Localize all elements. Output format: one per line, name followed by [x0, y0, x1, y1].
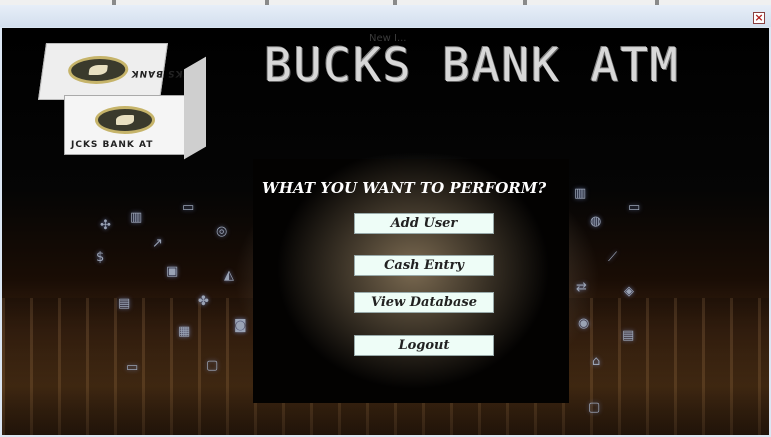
cube-front-face: JCKS BANK AT — [64, 95, 186, 155]
gold-icon: ◍ — [590, 214, 602, 229]
currency-icon: ◈ — [624, 284, 634, 299]
bag-icon: ◭ — [224, 268, 234, 283]
title-bar: × — [0, 5, 771, 27]
cash-entry-button[interactable]: Cash Entry — [354, 255, 494, 276]
network-icon: ✣ — [100, 218, 111, 233]
seal-icon — [95, 106, 155, 134]
trend-icon: ⟋ — [608, 250, 618, 265]
chart-icon: ▥ — [130, 210, 143, 225]
bars-icon: ▥ — [574, 186, 587, 201]
hand-icon: ✤ — [198, 294, 209, 309]
lock-icon: ◙ — [234, 318, 247, 333]
cube-side-face — [184, 56, 206, 160]
bank-logo-cube: JCKS BANK JCKS BANK AT — [37, 43, 206, 160]
money-icon: ▦ — [178, 324, 191, 339]
bank-icon: ⌂ — [592, 354, 601, 369]
add-user-button[interactable]: Add User — [354, 213, 494, 234]
doc-icon: ▤ — [118, 296, 131, 311]
wallet-icon: ▭ — [126, 360, 139, 375]
card-icon: ▭ — [182, 200, 195, 215]
atm-icon: ▢ — [588, 400, 601, 415]
logout-button[interactable]: Logout — [354, 335, 494, 356]
coin-icon: ◉ — [578, 316, 590, 331]
cube-top-face: JCKS BANK — [37, 43, 195, 100]
close-icon[interactable]: × — [753, 12, 765, 24]
graph-icon: ↗ — [152, 236, 163, 251]
app-window: × New I... BUCKS BANK ATM JCKS BANK JCKS… — [0, 5, 771, 437]
menu-question: WHAT YOU WANT TO PERFORM? — [262, 179, 547, 197]
atm-icon: ▢ — [206, 358, 219, 373]
card-icon: ▭ — [628, 200, 641, 215]
screen-icon: ▣ — [166, 264, 179, 279]
view-database-button[interactable]: View Database — [354, 292, 494, 313]
seal-icon — [66, 56, 131, 84]
bank-title: BUCKS BANK ATM — [264, 38, 680, 92]
dollar-icon: $ — [96, 250, 105, 265]
doc-icon: ▤ — [622, 328, 635, 343]
exchange-icon: ⇄ — [576, 280, 587, 295]
coins-icon: ◎ — [216, 224, 228, 239]
cube-text: JCKS BANK AT — [71, 140, 154, 150]
